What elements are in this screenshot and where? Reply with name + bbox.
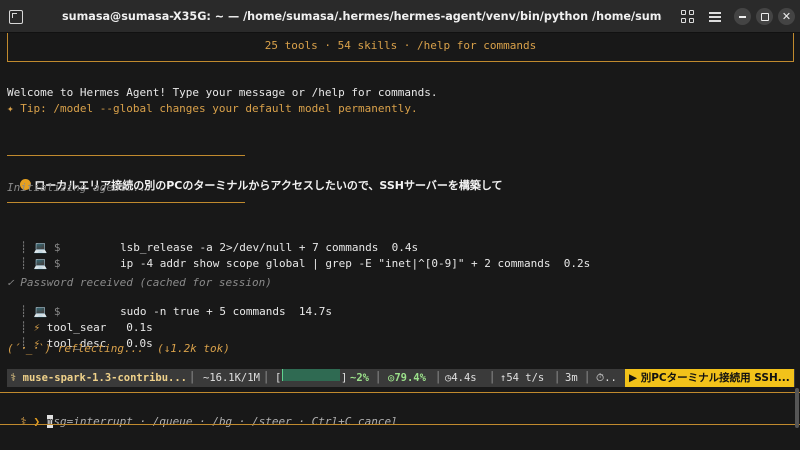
- close-button[interactable]: ✕: [778, 8, 795, 25]
- context-bar-open: [: [275, 372, 282, 384]
- token-speed: ↑54 t/s: [500, 372, 545, 384]
- current-task-badge: ▶ 別PCターミナル接続用 SSH...: [625, 369, 794, 387]
- grid-view-icon[interactable]: [680, 9, 696, 25]
- tool-time: 14.7s: [298, 305, 333, 318]
- reflecting-status: (´･_･`) reflecting... (↓1.2k tok): [7, 342, 230, 355]
- context-bar-close: ]: [341, 372, 348, 384]
- timer-icon: ⏱..: [596, 372, 617, 384]
- prompt-placeholder: sg=interrupt · /queue · /bg · /steer · C…: [53, 415, 398, 428]
- tip-line: ✦ Tip: /model --global changes your defa…: [7, 102, 418, 115]
- context-usage: ~16.1K/1M: [203, 372, 260, 384]
- prompt-rule-bottom: [0, 424, 800, 425]
- prompt-rule-top: [0, 392, 800, 393]
- session-duration: 3m: [565, 372, 578, 384]
- prompt-caret: ❯: [33, 415, 41, 428]
- window-titlebar: sumasa@sumasa-X35G: ~ — /home/sumasa/.he…: [0, 0, 800, 33]
- tool-time: 0.2s: [563, 257, 591, 270]
- message-rule-bottom: [7, 202, 245, 203]
- password-note: ✓ Password received (cached for session): [7, 276, 272, 289]
- banner-panel: 25 tools · 54 skills · /help for command…: [7, 33, 794, 62]
- welcome-line: Welcome to Hermes Agent! Type your messa…: [7, 86, 438, 99]
- scrollbar[interactable]: [795, 388, 799, 428]
- status-bar: ⚕ muse-spark-1.3-contribu... │ ~16.1K/1M…: [7, 369, 795, 387]
- banner-text: 25 tools · 54 skills · /help for command…: [264, 39, 537, 52]
- message-rule-top: [7, 155, 245, 156]
- context-bar: [282, 369, 340, 381]
- tool-command: ip -4 addr show scope global | grep -E "…: [120, 257, 551, 270]
- agent-status: Initializing agent...: [7, 181, 147, 194]
- hamburger-menu-icon[interactable]: [707, 9, 723, 25]
- hermes-icon: ⚕: [20, 415, 27, 428]
- context-bar-fill: [282, 369, 283, 381]
- minimize-button[interactable]: [734, 8, 751, 25]
- tool-call-row: ┊ 💻 $ ip -4 addr show scope global | gre…: [20, 257, 591, 270]
- new-tab-icon[interactable]: [9, 10, 23, 24]
- window-title: sumasa@sumasa-X35G: ~ — /home/sumasa/.he…: [62, 10, 662, 23]
- cache-hit: ◎79.4%: [388, 372, 426, 384]
- maximize-button[interactable]: [756, 8, 773, 25]
- model-name[interactable]: ⚕ muse-spark-1.3-contribu...: [10, 369, 187, 387]
- context-percent: ~2%: [350, 372, 369, 384]
- elapsed-time: ◷4.4s: [445, 372, 477, 384]
- terminal-icon: 💻: [33, 257, 48, 270]
